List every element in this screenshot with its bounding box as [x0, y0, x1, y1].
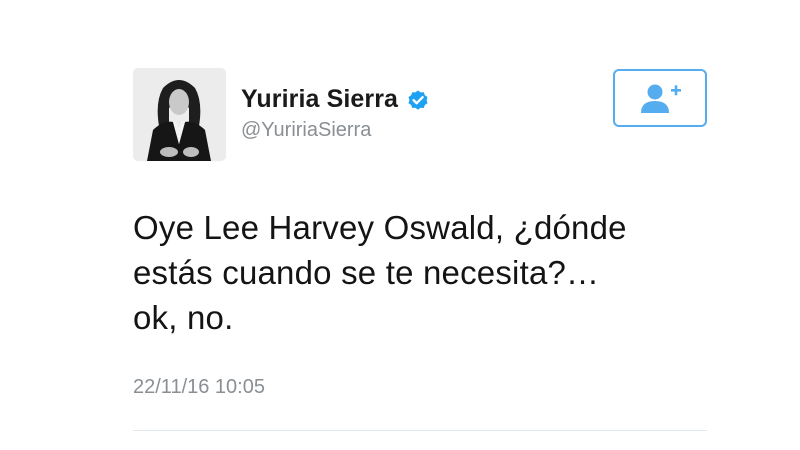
follow-button[interactable]: [613, 69, 707, 127]
avatar-photo-icon: [133, 68, 226, 161]
add-user-icon: [641, 84, 681, 113]
divider: [133, 430, 707, 431]
tweet-card: Yuriria Sierra @YuririaSierra Oye Lee Ha…: [0, 0, 800, 450]
tweet-text: Oye Lee Harvey Oswald, ¿dónde estás cuan…: [133, 205, 723, 340]
display-name[interactable]: Yuriria Sierra: [241, 85, 398, 114]
tweet-text-line: estás cuando se te necesita?…: [133, 254, 600, 291]
tweet-text-line: Oye Lee Harvey Oswald, ¿dónde: [133, 209, 627, 246]
tweet-timestamp[interactable]: 22/11/16 10:05: [133, 376, 265, 399]
author-name-row: Yuriria Sierra: [241, 85, 430, 114]
user-handle[interactable]: @YuririaSierra: [241, 119, 371, 142]
avatar[interactable]: [133, 68, 226, 161]
verified-badge-icon: [406, 88, 430, 112]
tweet-text-line: ok, no.: [133, 299, 234, 336]
